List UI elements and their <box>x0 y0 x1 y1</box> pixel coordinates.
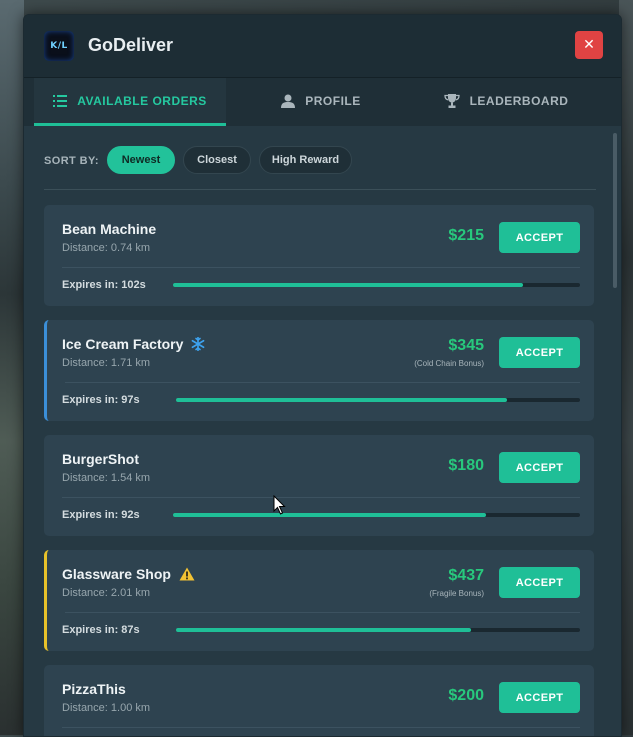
order-name: PizzaThis <box>62 681 126 697</box>
expiry-progress-bar <box>176 398 580 402</box>
order-expires: Expires in: 87s <box>62 624 140 636</box>
order-reward: $200 <box>448 687 484 704</box>
tab-label: LEADERBOARD <box>469 94 569 108</box>
list-icon <box>53 94 68 107</box>
order-name-text: Glassware Shop <box>62 566 171 582</box>
warning-icon <box>179 567 195 581</box>
snowflake-icon <box>191 337 205 351</box>
order-distance: Distance: 0.74 km <box>62 242 151 254</box>
godeliver-window: K/L GoDeliver ✕ AVAILABLE ORDERS PROFILE <box>23 14 622 737</box>
sort-label: SORT BY: <box>44 155 99 167</box>
order-card: Ice Cream Factory Distance: 1.71 km $345… <box>44 320 594 421</box>
order-card: Glassware Shop Distance: 2.01 km $437 (F… <box>44 550 594 651</box>
expiry-progress-bar <box>176 628 580 632</box>
app-logo: K/L <box>44 31 74 61</box>
card-divider <box>65 612 580 613</box>
tab-leaderboard[interactable]: LEADERBOARD <box>416 78 596 124</box>
order-name-text: BurgerShot <box>62 451 139 467</box>
expiry-progress-fill <box>176 628 471 632</box>
mouse-cursor-icon <box>273 495 286 515</box>
tab-bar: AVAILABLE ORDERS PROFILE LEADERBOARD <box>24 78 621 127</box>
order-name: BurgerShot <box>62 451 139 467</box>
logo-text: K/L <box>50 41 68 51</box>
expiry-progress-fill <box>173 513 487 517</box>
card-divider <box>65 382 580 383</box>
order-reward: $437 <box>448 567 484 584</box>
close-button[interactable]: ✕ <box>575 31 603 59</box>
order-card: Bean Machine Distance: 0.74 km $215 ACCE… <box>44 205 594 306</box>
order-distance: Distance: 1.71 km <box>62 357 151 369</box>
tab-label: PROFILE <box>305 94 361 108</box>
orders-panel: SORT BY: Newest Closest High Reward Bean… <box>24 126 621 736</box>
order-name: Ice Cream Factory <box>62 336 205 352</box>
order-card: BurgerShot Distance: 1.54 km $180 ACCEPT… <box>44 435 594 536</box>
expiry-progress-bar <box>173 283 580 287</box>
expiry-progress-fill <box>176 398 508 402</box>
accept-button[interactable]: ACCEPT <box>499 337 580 368</box>
order-reward: $345 <box>448 337 484 354</box>
background-left <box>0 0 24 735</box>
order-name-text: PizzaThis <box>62 681 126 697</box>
accept-button[interactable]: ACCEPT <box>499 682 580 713</box>
order-name-text: Bean Machine <box>62 221 157 237</box>
sort-closest-button[interactable]: Closest <box>183 146 251 174</box>
order-bonus: (Cold Chain Bonus) <box>414 359 484 368</box>
order-name: Bean Machine <box>62 221 156 237</box>
tab-profile[interactable]: PROFILE <box>236 78 406 124</box>
expiry-progress-fill <box>173 283 524 287</box>
order-card: PizzaThis Distance: 1.00 km $200 ACCEPT <box>44 665 594 736</box>
order-reward: $180 <box>448 457 484 474</box>
accept-button[interactable]: ACCEPT <box>499 222 580 253</box>
order-distance: Distance: 1.54 km <box>62 472 151 484</box>
order-expires: Expires in: 102s <box>62 279 146 291</box>
app-title: GoDeliver <box>88 35 174 55</box>
card-divider <box>62 497 580 498</box>
tab-available-orders[interactable]: AVAILABLE ORDERS <box>34 78 226 126</box>
order-distance: Distance: 1.00 km <box>62 702 151 714</box>
sort-newest-button[interactable]: Newest <box>107 146 175 174</box>
title-bar: K/L GoDeliver ✕ <box>24 15 621 78</box>
card-divider <box>62 727 580 728</box>
tab-label: AVAILABLE ORDERS <box>77 93 207 108</box>
scrollbar[interactable] <box>613 133 617 288</box>
trophy-icon <box>443 94 460 108</box>
expiry-progress-bar <box>173 513 580 517</box>
user-icon <box>281 94 296 108</box>
order-reward: $215 <box>448 227 484 244</box>
divider <box>44 189 596 190</box>
sort-high-reward-button[interactable]: High Reward <box>259 146 352 174</box>
order-distance: Distance: 2.01 km <box>62 587 151 599</box>
accept-button[interactable]: ACCEPT <box>499 567 580 598</box>
order-name-text: Ice Cream Factory <box>62 336 184 352</box>
order-expires: Expires in: 92s <box>62 509 140 521</box>
card-divider <box>62 267 580 268</box>
order-bonus: (Fragile Bonus) <box>429 589 484 598</box>
accept-button[interactable]: ACCEPT <box>499 452 580 483</box>
order-expires: Expires in: 97s <box>62 394 140 406</box>
order-name: Glassware Shop <box>62 566 195 582</box>
